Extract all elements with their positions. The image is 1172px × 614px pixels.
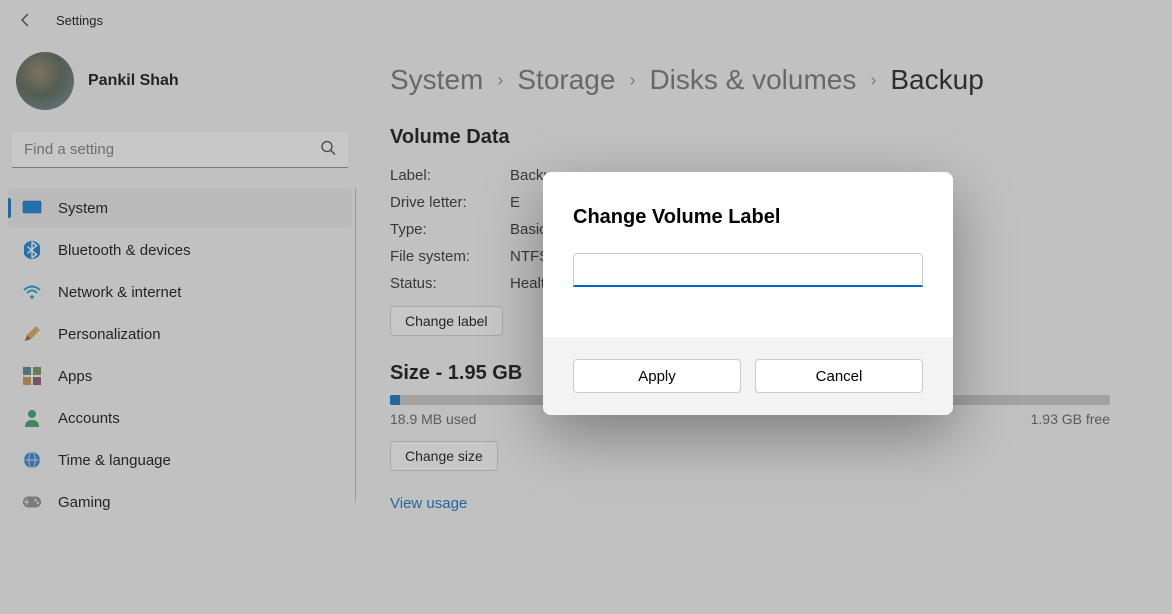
chevron-right-icon: › [870, 70, 876, 91]
change-size-button[interactable]: Change size [390, 441, 498, 471]
avatar [16, 52, 74, 110]
volume-label-input[interactable] [573, 253, 923, 287]
brush-icon [22, 324, 42, 344]
size-used-label: 18.9 MB used [390, 411, 476, 427]
sidebar-nav: System Bluetooth & devices Network & inter… [4, 188, 356, 522]
sidebar-item-personalization[interactable]: Personalization [8, 314, 352, 354]
sidebar-item-label: Time & language [58, 452, 171, 469]
chevron-right-icon: › [497, 70, 503, 91]
breadcrumb-item-storage[interactable]: Storage [517, 64, 615, 96]
change-label-button[interactable]: Change label [390, 306, 503, 336]
sidebar-item-label: Apps [58, 368, 92, 385]
sidebar-item-bluetooth-devices[interactable]: Bluetooth & devices [8, 230, 352, 270]
game-icon [22, 492, 42, 512]
change-volume-label-dialog: Change Volume Label Apply Cancel [543, 172, 953, 415]
apply-button[interactable]: Apply [573, 359, 741, 393]
bluetooth-icon [22, 240, 42, 260]
apps-icon [22, 366, 42, 386]
chevron-right-icon: › [629, 70, 635, 91]
dialog-title: Change Volume Label [573, 206, 923, 229]
field-key: Type: [390, 221, 510, 238]
breadcrumb-item-disks-volumes[interactable]: Disks & volumes [649, 64, 856, 96]
sidebar-item-label: Gaming [58, 494, 111, 511]
sidebar-item-apps[interactable]: Apps [8, 356, 352, 396]
field-key: Status: [390, 275, 510, 292]
app-title: Settings [56, 13, 103, 28]
wifi-icon [22, 282, 42, 302]
field-key: Drive letter: [390, 194, 510, 211]
back-button[interactable] [16, 10, 36, 30]
breadcrumb-item-system[interactable]: System [390, 64, 483, 96]
profile-block[interactable]: Pankil Shah [4, 40, 356, 126]
sidebar-item-label: Accounts [58, 410, 120, 427]
field-key: Label: [390, 167, 510, 184]
sidebar-item-label: Network & internet [58, 284, 181, 301]
sidebar-item-network-internet[interactable]: Network & internet [8, 272, 352, 312]
person-icon [22, 408, 42, 428]
sidebar-item-accounts[interactable]: Accounts [8, 398, 352, 438]
sidebar-item-label: System [58, 200, 108, 217]
sidebar-item-gaming[interactable]: Gaming [8, 482, 352, 522]
breadcrumb-item-backup: Backup [890, 64, 983, 96]
sidebar-item-system[interactable]: System [8, 188, 352, 228]
volume-section-title: Volume Data [390, 126, 1142, 149]
globe-icon [22, 450, 42, 470]
cancel-button[interactable]: Cancel [755, 359, 923, 393]
sidebar-item-time-language[interactable]: Time & language [8, 440, 352, 480]
breadcrumb: System › Storage › Disks & volumes › Backup [390, 64, 1142, 96]
size-free-label: 1.93 GB free [1031, 411, 1110, 427]
field-key: File system: [390, 248, 510, 265]
view-usage-link[interactable]: View usage [390, 495, 467, 512]
system-icon [22, 198, 42, 218]
user-name: Pankil Shah [88, 72, 179, 90]
sidebar-item-label: Personalization [58, 326, 161, 343]
search-input[interactable] [12, 132, 348, 168]
sidebar-item-label: Bluetooth & devices [58, 242, 191, 259]
search-icon [320, 140, 336, 161]
